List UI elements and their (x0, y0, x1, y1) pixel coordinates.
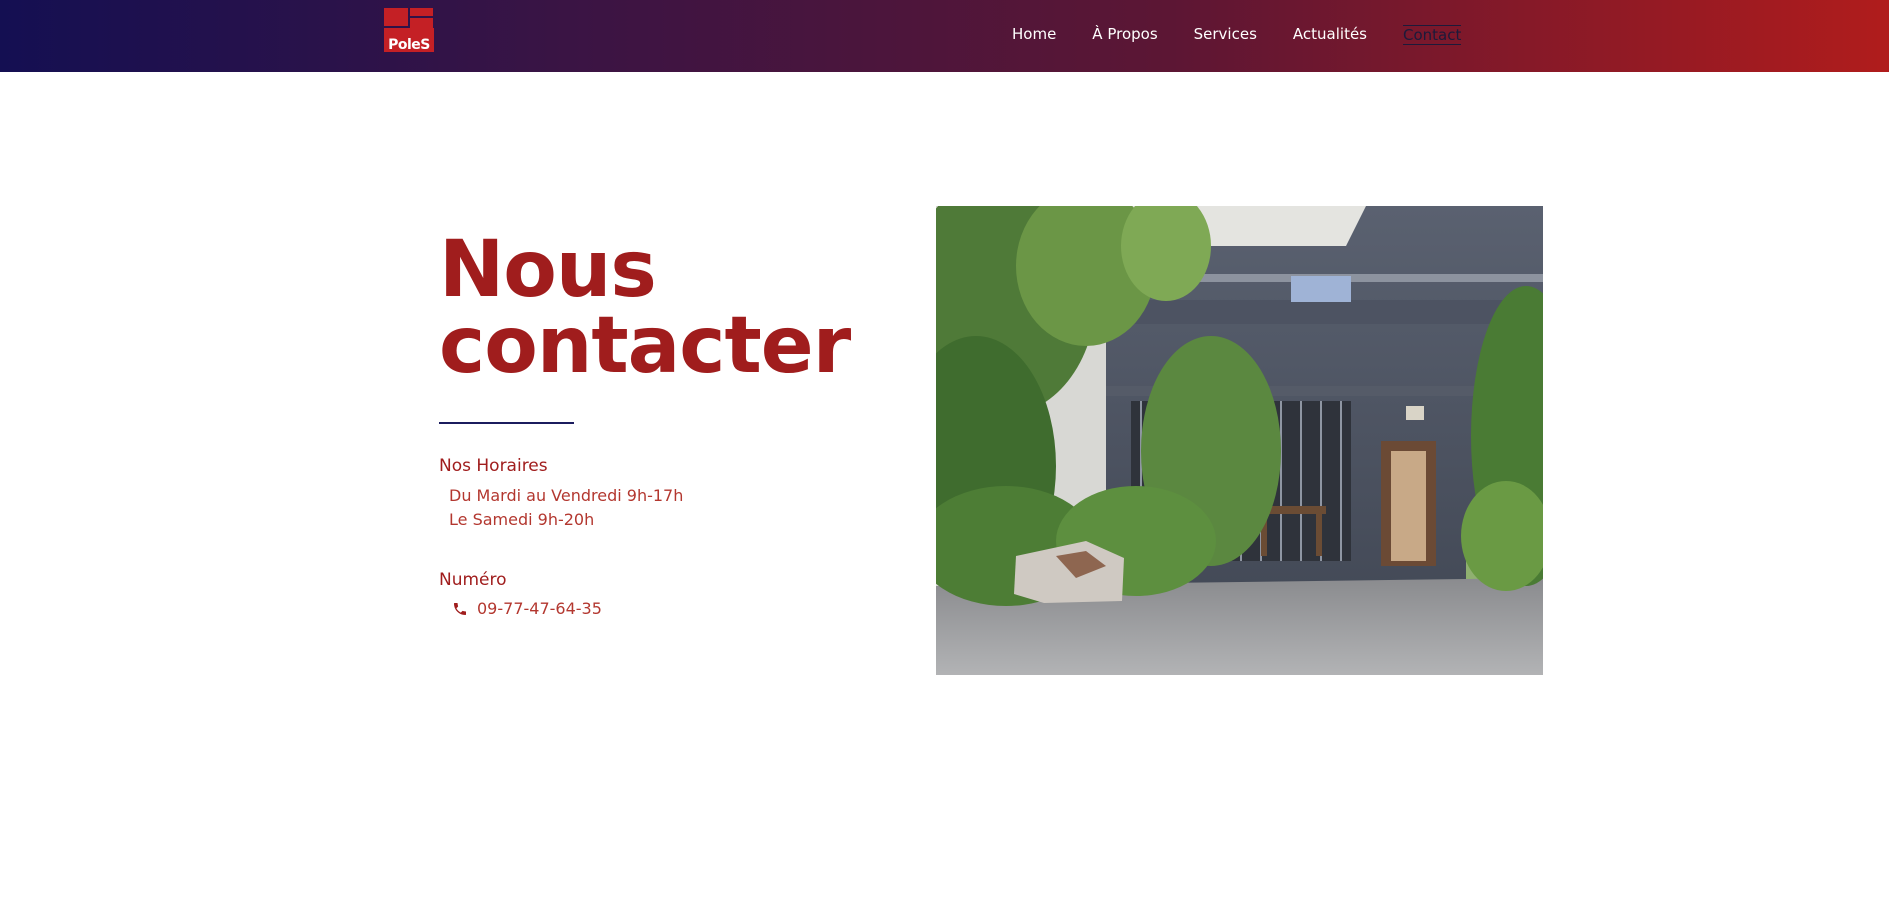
hours-line-weekdays: Du Mardi au Vendredi 9h-17h (449, 486, 684, 505)
building-entrance-photo (936, 206, 1543, 675)
phone-label: Numéro (439, 570, 507, 590)
page-title-line-2: contacter (439, 301, 851, 391)
nav-contact[interactable]: Contact (1403, 25, 1462, 45)
building-photo-illustration (936, 206, 1543, 675)
site-logo[interactable]: PoleS (383, 6, 435, 54)
phone-icon (454, 602, 466, 615)
hours-line-saturday: Le Samedi 9h-20h (449, 510, 595, 529)
main-nav: Home À Propos Services Actualités Contac… (1012, 25, 1462, 45)
page-title-line-1: Nous (439, 225, 657, 315)
page-title: Nous contacter (439, 225, 851, 391)
title-divider (439, 422, 574, 424)
phone-number[interactable]: 09-77-47-64-35 (477, 599, 602, 618)
logo-text: PoleS (388, 37, 430, 53)
phone-row[interactable]: 09-77-47-64-35 (452, 599, 602, 618)
site-header: PoleS Home À Propos Services Actualités … (0, 0, 1889, 72)
nav-home[interactable]: Home (1012, 25, 1056, 45)
nav-actualites[interactable]: Actualités (1293, 25, 1367, 45)
nav-services[interactable]: Services (1194, 25, 1257, 45)
hours-label: Nos Horaires (439, 456, 548, 476)
nav-a-propos[interactable]: À Propos (1092, 25, 1157, 45)
